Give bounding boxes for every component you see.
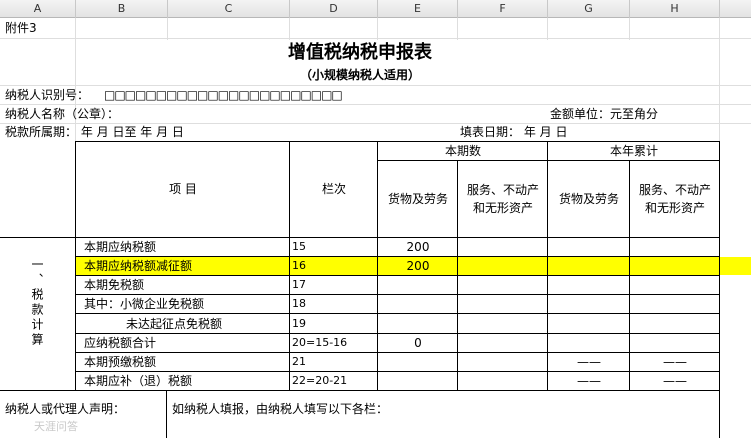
column-header-a[interactable]: A bbox=[0, 0, 76, 18]
row-20-goods[interactable]: 0 bbox=[378, 334, 458, 352]
tax-period: 税款所属期： 年 月 日至 年 月 日 bbox=[5, 125, 184, 139]
column-header-g[interactable]: G bbox=[548, 0, 630, 18]
column-header-h[interactable]: H bbox=[630, 0, 720, 18]
row-22-ytd-goods: —— bbox=[577, 374, 601, 388]
taxpayer-id-label: 纳税人识别号： bbox=[5, 88, 90, 102]
header-ytd-services-line1: 服务、不动产 bbox=[638, 183, 711, 197]
row-19-line: 19 bbox=[292, 317, 306, 330]
column-header-d[interactable]: D bbox=[290, 0, 378, 18]
fill-date: 填表日期： 年 月 日 bbox=[460, 125, 568, 139]
row-19-item[interactable]: 未达起征点免税额 bbox=[126, 315, 222, 333]
taxpayer-name-label: 纳税人名称（公章）： bbox=[5, 107, 120, 121]
row-21-line: 21 bbox=[292, 355, 306, 368]
header-ytd: 本年累计 bbox=[609, 144, 658, 158]
header-ytd-services-line2: 和无形资产 bbox=[644, 201, 705, 215]
column-header-c[interactable]: C bbox=[168, 0, 290, 18]
row-15-goods[interactable]: 200 bbox=[378, 238, 458, 256]
column-header-b[interactable]: B bbox=[76, 0, 168, 18]
row-17-line: 17 bbox=[292, 278, 306, 291]
row-15-item[interactable]: 本期应纳税额 bbox=[84, 238, 156, 256]
declaration-text: 如纳税人填报，由纳税人填写以下各栏： bbox=[172, 402, 389, 416]
row-21-ytd-services: —— bbox=[663, 355, 687, 369]
header-ytd-goods: 货物及劳务 bbox=[558, 192, 619, 206]
form-subtitle: （小规模纳税人适用） bbox=[299, 68, 420, 82]
row-20-item[interactable]: 应纳税额合计 bbox=[84, 334, 156, 352]
header-current-period: 本期数 bbox=[444, 144, 481, 158]
row-16-item[interactable]: 本期应纳税额减征额 bbox=[84, 257, 192, 275]
header-current-goods: 货物及劳务 bbox=[387, 192, 448, 206]
amount-unit: 金额单位：元至角分 bbox=[550, 107, 659, 121]
section-label: 一、税款计算 bbox=[30, 258, 44, 348]
header-current-services-line1: 服务、不动产 bbox=[466, 183, 539, 197]
row-18-item[interactable]: 其中：小微企业免税额 bbox=[84, 295, 204, 313]
row-17-item[interactable]: 本期免税额 bbox=[84, 276, 144, 294]
form-title: 增值税纳税申报表 bbox=[288, 42, 432, 63]
row-18-line: 18 bbox=[292, 297, 306, 310]
row-15-line: 15 bbox=[292, 240, 306, 253]
header-current-services: 服务、不动产 和无形资产 bbox=[458, 181, 548, 217]
row-16-line: 16 bbox=[292, 259, 306, 272]
row-21-ytd-goods: —— bbox=[577, 355, 601, 369]
row-20-line: 20=15-16 bbox=[292, 336, 348, 349]
declaration-label: 纳税人或代理人声明： bbox=[5, 402, 126, 416]
row-22-item[interactable]: 本期应补（退）税额 bbox=[84, 372, 192, 390]
header-current-services-line2: 和无形资产 bbox=[472, 201, 533, 215]
row-22-line: 22=20-21 bbox=[292, 374, 348, 387]
row-22-ytd-services: —— bbox=[663, 374, 687, 388]
header-ytd-services: 服务、不动产 和无形资产 bbox=[630, 181, 720, 217]
taxpayer-id-boxes[interactable]: □□□□□□□□□□□□□□□□□□□□□□□ bbox=[104, 86, 343, 104]
column-header-e[interactable]: E bbox=[378, 0, 458, 18]
header-item: 项 目 bbox=[169, 182, 197, 196]
column-header-f[interactable]: F bbox=[458, 0, 548, 18]
header-line-no: 栏次 bbox=[321, 182, 346, 196]
watermark-text: 天涯问答 bbox=[34, 420, 78, 433]
attachment-label: 附件3 bbox=[5, 21, 37, 35]
row-16-goods[interactable]: 200 bbox=[378, 257, 458, 275]
row-21-item[interactable]: 本期预缴税额 bbox=[84, 353, 156, 371]
